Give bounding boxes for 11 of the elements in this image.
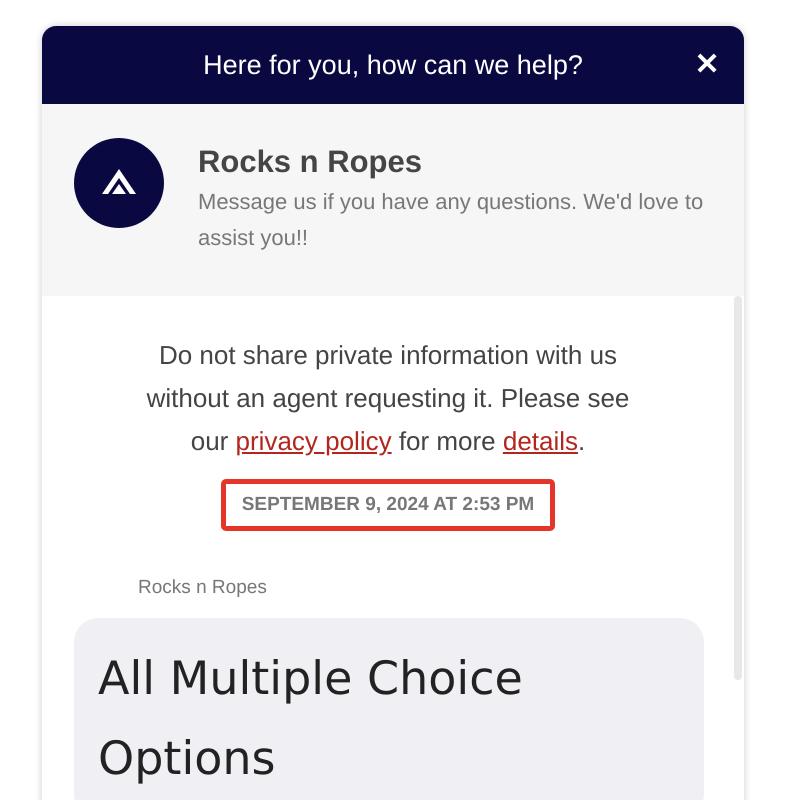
privacy-notice: Do not share private information with us without an agent requesting it. Please see our privacy policy for more details. <box>146 339 630 458</box>
sender-name: Rocks n Ropes <box>138 576 268 600</box>
notice-link[interactable]: privacy policy <box>236 426 392 456</box>
close-button[interactable]: ✕ <box>690 48 724 82</box>
header-title: Here for you, how can we help? <box>202 49 584 81</box>
message-timestamp: SEPTEMBER 9, 2024 AT 2:53 PM <box>220 479 556 531</box>
business-name: Rocks n Ropes <box>198 143 423 181</box>
business-description: Message us if you have any questions. We'd love to assist you!! <box>198 188 704 252</box>
logo-icon <box>74 138 164 228</box>
notice-link[interactable]: details <box>502 426 578 456</box>
message-text: All Multiple Choice Options <box>98 650 524 787</box>
